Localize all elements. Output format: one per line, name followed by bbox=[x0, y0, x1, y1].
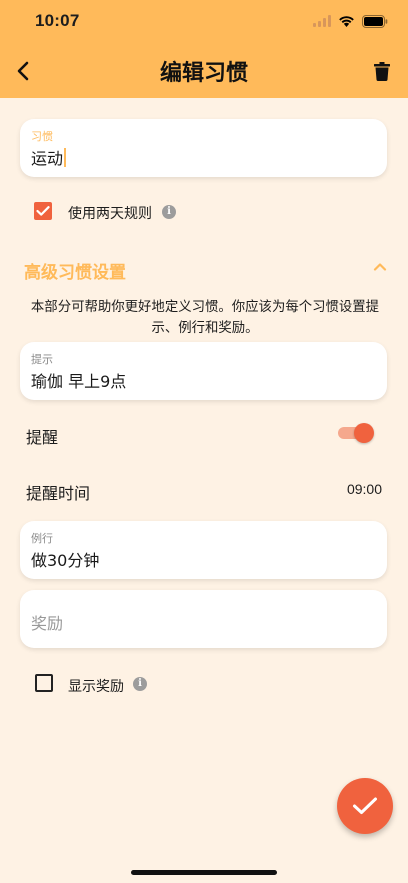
show-reward-label: 显示奖励 bbox=[68, 679, 124, 695]
reward-field[interactable]: 奖励 bbox=[20, 590, 387, 648]
delete-button[interactable] bbox=[370, 59, 394, 83]
habit-field[interactable]: 习惯 运动 bbox=[20, 119, 387, 177]
toggle-knob bbox=[354, 423, 374, 443]
two-day-rule-checkbox[interactable] bbox=[34, 202, 52, 220]
reminder-time-label: 提醒时间 bbox=[26, 484, 91, 503]
two-day-rule-label: 使用两天规则 bbox=[68, 206, 152, 222]
reminder-toggle[interactable] bbox=[338, 423, 374, 443]
save-fab-button[interactable] bbox=[337, 778, 393, 834]
habit-field-value: 运动 bbox=[31, 149, 64, 168]
wifi-icon bbox=[339, 16, 354, 27]
habit-field-label: 习惯 bbox=[31, 130, 53, 143]
cue-field[interactable]: 提示 瑜伽 早上9点 bbox=[20, 342, 387, 400]
check-icon bbox=[353, 797, 377, 814]
trash-icon bbox=[374, 61, 390, 81]
advanced-section-title[interactable]: 高级习惯设置 bbox=[24, 258, 126, 283]
check-icon bbox=[36, 206, 50, 216]
reward-field-placeholder: 奖励 bbox=[31, 614, 64, 633]
status-icons bbox=[313, 13, 388, 29]
text-caret bbox=[64, 148, 67, 167]
reminder-label: 提醒 bbox=[26, 428, 59, 447]
cue-field-label: 提示 bbox=[31, 353, 53, 366]
chevron-up-icon[interactable] bbox=[373, 262, 387, 272]
routine-field-label: 例行 bbox=[31, 532, 53, 545]
show-reward-checkbox[interactable] bbox=[35, 674, 53, 692]
info-icon[interactable]: i bbox=[133, 677, 147, 691]
advanced-description: 本部分可帮助你更好地定义习惯。你应该为每个习惯设置提示、例行和奖励。 bbox=[30, 300, 380, 336]
app-header: 10:07 编辑习惯 bbox=[0, 0, 408, 98]
battery-icon bbox=[362, 14, 388, 28]
cue-field-value: 瑜伽 早上9点 bbox=[31, 372, 127, 391]
habit-field-value-wrap: 运动 bbox=[31, 145, 67, 169]
status-time: 10:07 bbox=[35, 11, 80, 30]
page-title: 编辑习惯 bbox=[159, 61, 248, 86]
routine-field-value: 做30分钟 bbox=[31, 551, 100, 570]
signal-icon bbox=[313, 15, 331, 27]
routine-field[interactable]: 例行 做30分钟 bbox=[20, 521, 387, 579]
reminder-time-value[interactable]: 09:00 bbox=[347, 481, 382, 497]
info-icon[interactable]: i bbox=[162, 205, 176, 219]
home-indicator bbox=[131, 870, 277, 875]
